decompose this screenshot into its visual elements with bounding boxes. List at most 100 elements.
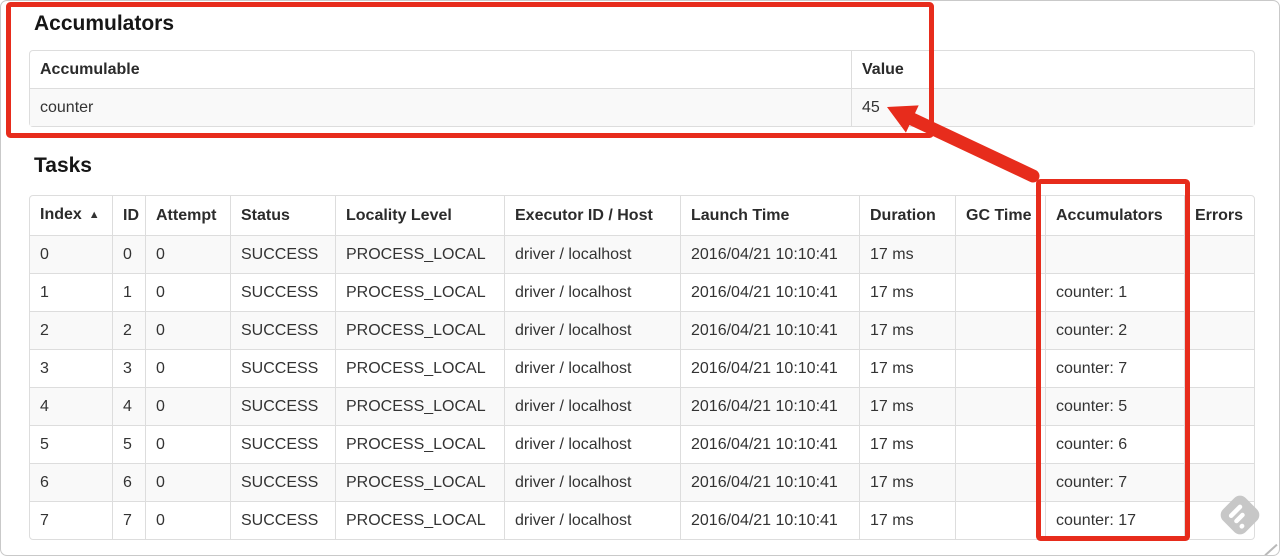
cell-index: 3	[30, 349, 112, 387]
cell-attempt: 0	[145, 501, 230, 539]
cell-launch-time: 2016/04/21 10:10:41	[680, 273, 859, 311]
task-row: 1 1 0 SUCCESS PROCESS_LOCAL driver / localhos…	[30, 273, 1254, 311]
cell-accumulators: counter: 7	[1045, 349, 1184, 387]
cell-duration: 17 ms	[859, 425, 955, 463]
cell-executor-id-host: driver / localhost	[504, 311, 680, 349]
cell-accumulators	[1045, 235, 1184, 273]
cell-duration: 17 ms	[859, 501, 955, 539]
cell-locality-level: PROCESS_LOCAL	[335, 235, 504, 273]
cell-index: 1	[30, 273, 112, 311]
cell-attempt: 0	[145, 425, 230, 463]
cell-id: 2	[112, 311, 145, 349]
cell-id: 7	[112, 501, 145, 539]
column-header-index-label: Index	[40, 206, 82, 223]
cell-attempt: 0	[145, 311, 230, 349]
cell-launch-time: 2016/04/21 10:10:41	[680, 463, 859, 501]
cell-errors	[1184, 349, 1254, 387]
cell-duration: 17 ms	[859, 235, 955, 273]
task-row: 4 4 0 SUCCESS PROCESS_LOCAL driver / localhos…	[30, 387, 1254, 425]
cell-accumulators: counter: 6	[1045, 425, 1184, 463]
column-header-accumulators[interactable]: Accumulators	[1045, 196, 1184, 235]
cell-duration: 17 ms	[859, 387, 955, 425]
cell-locality-level: PROCESS_LOCAL	[335, 311, 504, 349]
cell-duration: 17 ms	[859, 311, 955, 349]
tasks-header-row: Index ▲ ID Attempt Status Locality Level …	[30, 196, 1254, 235]
column-header-locality-level[interactable]: Locality Level	[335, 196, 504, 235]
column-header-executor-id-host[interactable]: Executor ID / Host	[504, 196, 680, 235]
cell-gc-time	[955, 235, 1045, 273]
cell-attempt: 0	[145, 349, 230, 387]
cell-id: 5	[112, 425, 145, 463]
cell-locality-level: PROCESS_LOCAL	[335, 425, 504, 463]
cell-id: 6	[112, 463, 145, 501]
cell-status: SUCCESS	[230, 501, 335, 539]
cell-gc-time	[955, 501, 1045, 539]
cell-attempt: 0	[145, 463, 230, 501]
cell-locality-level: PROCESS_LOCAL	[335, 463, 504, 501]
column-header-attempt[interactable]: Attempt	[145, 196, 230, 235]
cell-locality-level: PROCESS_LOCAL	[335, 501, 504, 539]
cell-accumulators: counter: 1	[1045, 273, 1184, 311]
column-header-errors[interactable]: Errors	[1184, 196, 1254, 235]
tasks-heading: Tasks	[34, 154, 92, 177]
tasks-table-body: 0 0 0 SUCCESS PROCESS_LOCAL driver / localhos…	[30, 235, 1254, 539]
cell-attempt: 0	[145, 235, 230, 273]
column-header-index[interactable]: Index ▲	[30, 196, 112, 235]
page-frame: Accumulators Accumulable Value counter 4…	[0, 0, 1280, 556]
cell-index: 2	[30, 311, 112, 349]
cell-executor-id-host: driver / localhost	[504, 425, 680, 463]
cell-accumulators: counter: 17	[1045, 501, 1184, 539]
cell-id: 0	[112, 235, 145, 273]
cell-executor-id-host: driver / localhost	[504, 463, 680, 501]
cell-status: SUCCESS	[230, 425, 335, 463]
cell-attempt: 0	[145, 387, 230, 425]
cell-accumulators: counter: 2	[1045, 311, 1184, 349]
cell-gc-time	[955, 273, 1045, 311]
cell-id: 1	[112, 273, 145, 311]
column-header-value[interactable]: Value	[851, 51, 1254, 88]
accumulators-table: Accumulable Value counter 45	[29, 50, 1255, 127]
cell-index: 7	[30, 501, 112, 539]
cell-launch-time: 2016/04/21 10:10:41	[680, 425, 859, 463]
cell-errors	[1184, 311, 1254, 349]
cell-errors	[1184, 501, 1254, 539]
cell-accumulable-name: counter	[30, 88, 851, 126]
task-row: 2 2 0 SUCCESS PROCESS_LOCAL driver / localhos…	[30, 311, 1254, 349]
cell-launch-time: 2016/04/21 10:10:41	[680, 349, 859, 387]
accumulator-row: counter 45	[30, 88, 1254, 126]
column-header-gc-time[interactable]: GC Time	[955, 196, 1045, 235]
column-header-accumulable[interactable]: Accumulable	[30, 51, 851, 88]
cell-gc-time	[955, 349, 1045, 387]
column-header-launch-time[interactable]: Launch Time	[680, 196, 859, 235]
cell-id: 3	[112, 349, 145, 387]
cell-gc-time	[955, 311, 1045, 349]
cell-launch-time: 2016/04/21 10:10:41	[680, 501, 859, 539]
cell-executor-id-host: driver / localhost	[504, 501, 680, 539]
cell-index: 4	[30, 387, 112, 425]
cell-gc-time	[955, 425, 1045, 463]
cell-launch-time: 2016/04/21 10:10:41	[680, 387, 859, 425]
task-row: 7 7 0 SUCCESS PROCESS_LOCAL driver / localhos…	[30, 501, 1254, 539]
task-row: 0 0 0 SUCCESS PROCESS_LOCAL driver / localhos…	[30, 235, 1254, 273]
cell-errors	[1184, 387, 1254, 425]
cell-executor-id-host: driver / localhost	[504, 387, 680, 425]
cell-status: SUCCESS	[230, 349, 335, 387]
cell-gc-time	[955, 387, 1045, 425]
cell-status: SUCCESS	[230, 387, 335, 425]
cell-errors	[1184, 273, 1254, 311]
column-header-status[interactable]: Status	[230, 196, 335, 235]
column-header-id[interactable]: ID	[112, 196, 145, 235]
page-content: Accumulators Accumulable Value counter 4…	[1, 1, 1279, 540]
task-row: 6 6 0 SUCCESS PROCESS_LOCAL driver / localhos…	[30, 463, 1254, 501]
corner-pencil-mark	[1264, 543, 1278, 555]
sort-ascending-icon[interactable]: ▲	[89, 209, 100, 221]
cell-duration: 17 ms	[859, 463, 955, 501]
cell-status: SUCCESS	[230, 311, 335, 349]
cell-duration: 17 ms	[859, 349, 955, 387]
tasks-table: Index ▲ ID Attempt Status Locality Level …	[29, 195, 1255, 540]
cell-status: SUCCESS	[230, 463, 335, 501]
cell-index: 0	[30, 235, 112, 273]
cell-index: 5	[30, 425, 112, 463]
cell-launch-time: 2016/04/21 10:10:41	[680, 235, 859, 273]
column-header-duration[interactable]: Duration	[859, 196, 955, 235]
